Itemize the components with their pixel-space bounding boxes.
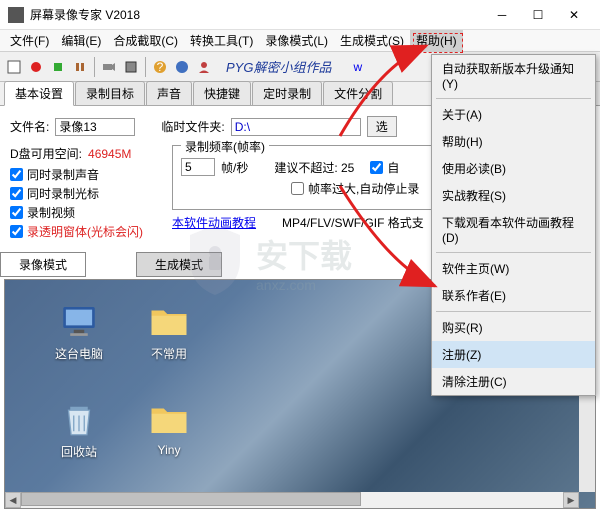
browse-button[interactable]: 选: [367, 116, 397, 137]
desktop-icon-folder2[interactable]: Yiny: [129, 398, 209, 460]
titlebar: 屏幕录像专家 V2018 ─ ☐ ✕: [0, 0, 600, 30]
tutorial-link[interactable]: 本软件动画教程: [172, 214, 256, 231]
menu-readme[interactable]: 使用必读(B): [432, 155, 595, 182]
menu-tutorial[interactable]: 实战教程(S): [432, 182, 595, 209]
tool-pause-icon[interactable]: [70, 57, 90, 77]
desktop-icon-computer[interactable]: 这台电脑: [39, 300, 119, 362]
menu-download-tutorial[interactable]: 下载观看本软件动画教程(D): [432, 209, 595, 250]
menu-record-mode[interactable]: 录像模式(L): [259, 30, 334, 51]
menu-about[interactable]: 关于(A): [432, 101, 595, 128]
minimize-button[interactable]: ─: [484, 1, 520, 29]
chk-auto[interactable]: 自: [370, 159, 399, 176]
frequency-unit: 帧/秒: [221, 159, 248, 176]
menu-help[interactable]: 帮助(H): [410, 30, 463, 51]
tab-timer[interactable]: 定时录制: [252, 81, 322, 105]
app-icon: [8, 7, 24, 23]
scroll-left-icon[interactable]: ◀: [5, 492, 21, 508]
chk-transparent[interactable]: 录透明窗体(光标会闪): [10, 223, 160, 240]
format-text: MP4/FLV/SWF/GIF 格式支: [282, 214, 424, 231]
chk-overflow[interactable]: 帧率过大,自动停止录: [291, 180, 419, 197]
tool-record-icon[interactable]: [26, 57, 46, 77]
suggest-text: 建议不超过: 25: [274, 159, 354, 176]
frequency-legend: 录制频率(帧率): [181, 138, 269, 155]
chk-cursor[interactable]: 同时录制光标: [10, 185, 160, 202]
window-title: 屏幕录像专家 V2018: [30, 6, 484, 23]
menu-edit[interactable]: 编辑(E): [55, 30, 107, 51]
tool-help-icon[interactable]: ?: [150, 57, 170, 77]
desktop-icon-label: Yiny: [158, 443, 181, 457]
tempdir-label: 临时文件夹:: [161, 118, 224, 135]
desktop-icon-folder1[interactable]: 不常用: [129, 300, 209, 362]
tool-settings-icon[interactable]: [121, 57, 141, 77]
chk-video[interactable]: 录制视频: [10, 204, 160, 221]
help-dropdown: 自动获取新版本升级通知(Y) 关于(A) 帮助(H) 使用必读(B) 实战教程(…: [431, 54, 596, 396]
disk-value: 46945M: [88, 147, 131, 161]
tab-basic[interactable]: 基本设置: [4, 81, 74, 106]
disk-label: D盘可用空间:: [10, 145, 82, 162]
filename-input[interactable]: [55, 118, 135, 136]
menu-homepage[interactable]: 软件主页(W): [432, 255, 595, 282]
close-button[interactable]: ✕: [556, 1, 592, 29]
tool-new-icon[interactable]: [4, 57, 24, 77]
menubar: 文件(F) 编辑(E) 合成截取(C) 转换工具(T) 录像模式(L) 生成模式…: [0, 30, 600, 52]
tool-about-icon[interactable]: [172, 57, 192, 77]
menu-compose[interactable]: 合成截取(C): [107, 30, 184, 51]
tab-generate-mode[interactable]: 生成模式: [136, 252, 222, 277]
maximize-button[interactable]: ☐: [520, 1, 556, 29]
toolbar-watermark: PYG解密小组作品: [226, 57, 331, 76]
menu-buy[interactable]: 购买(R): [432, 314, 595, 341]
menu-auto-update[interactable]: 自动获取新版本升级通知(Y): [432, 55, 595, 96]
horizontal-scrollbar[interactable]: ◀ ▶: [5, 492, 579, 508]
chk-audio[interactable]: 同时录制声音: [10, 166, 160, 183]
tab-split[interactable]: 文件分割: [323, 81, 393, 105]
menu-clear-register[interactable]: 清除注册(C): [432, 368, 595, 395]
desktop-icon-label: 回收站: [61, 443, 97, 460]
menu-help-item[interactable]: 帮助(H): [432, 128, 595, 155]
tab-sound[interactable]: 声音: [146, 81, 192, 105]
desktop-icon-label: 这台电脑: [55, 345, 103, 362]
filename-label: 文件名:: [10, 118, 49, 135]
menu-contact[interactable]: 联系作者(E): [432, 282, 595, 309]
menu-register[interactable]: 注册(Z): [432, 341, 595, 368]
tool-camera-icon[interactable]: [99, 57, 119, 77]
desktop-icon-recycle[interactable]: 回收站: [39, 398, 119, 460]
toolbar-link[interactable]: w: [353, 60, 362, 74]
tab-record-mode[interactable]: 录像模式: [0, 252, 86, 277]
tool-user-icon[interactable]: [194, 57, 214, 77]
tab-target[interactable]: 录制目标: [75, 81, 145, 105]
menu-file[interactable]: 文件(F): [4, 30, 55, 51]
tempdir-input[interactable]: [231, 118, 361, 136]
menu-generate-mode[interactable]: 生成模式(S): [334, 30, 410, 51]
desktop-icon-label: 不常用: [151, 345, 187, 362]
frequency-input[interactable]: [181, 158, 215, 176]
menu-convert[interactable]: 转换工具(T): [184, 30, 259, 51]
tool-stop-icon[interactable]: [48, 57, 68, 77]
scroll-thumb[interactable]: [21, 492, 361, 506]
scroll-right-icon[interactable]: ▶: [563, 492, 579, 508]
svg-text:?: ?: [157, 60, 164, 74]
tab-hotkey[interactable]: 快捷键: [193, 81, 251, 105]
